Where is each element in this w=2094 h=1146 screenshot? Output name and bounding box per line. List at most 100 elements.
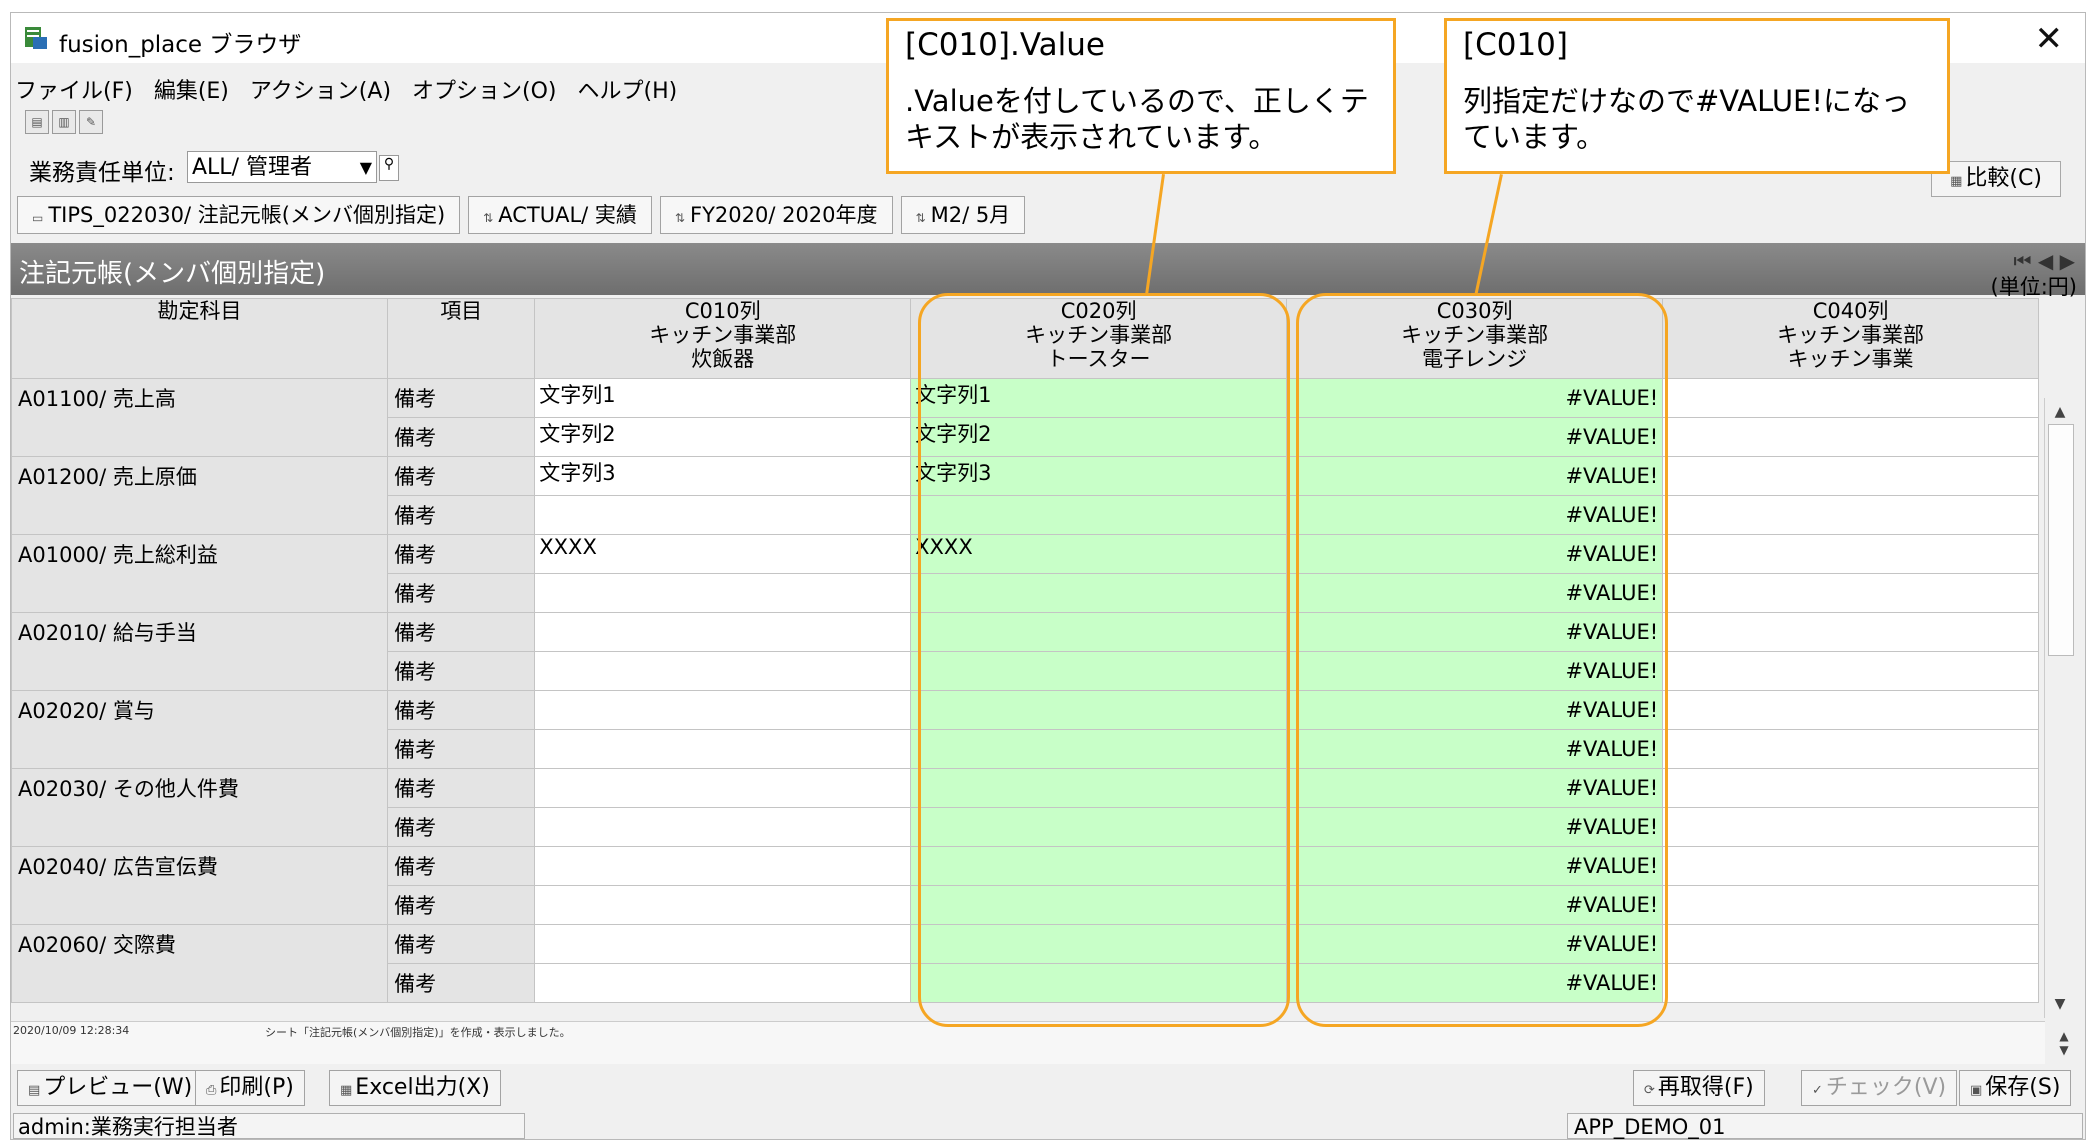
c010-cell[interactable] (534, 807, 912, 847)
account-cell: A02020/ 賞与 (11, 690, 389, 769)
c010-cell[interactable] (534, 690, 912, 730)
c040-cell[interactable] (1662, 807, 2039, 847)
unit-label: (単位:円) (1990, 275, 2077, 299)
dimension-icon: ⇅ (674, 211, 685, 225)
account-cell: A02060/ 交際費 (11, 924, 389, 1003)
c040-cell[interactable] (1662, 378, 2039, 418)
tab-scenario[interactable]: ⇅ ACTUAL/ 実績 (468, 196, 652, 234)
c040-cell[interactable] (1662, 690, 2039, 730)
header-line: C010列 (684, 299, 761, 323)
c010-cell[interactable] (534, 924, 912, 964)
item-cell: 備考 (387, 456, 536, 496)
sheet-header: 注記元帳(メンバ個別指定) ⏮ ◀ ▶ (11, 243, 2085, 295)
nav-first-icon[interactable]: ⏮ (2014, 249, 2032, 273)
log-timestamp: 2020/10/09 12:28:34 (13, 1024, 130, 1037)
search-icon[interactable]: ⚲ (379, 155, 399, 181)
c010-cell[interactable]: 文字列2 (534, 417, 912, 457)
tab-sheet[interactable]: ▭ TIPS_022030/ 注記元帳(メンバ個別指定) (17, 196, 461, 234)
c010-cell[interactable] (534, 963, 912, 1003)
scroll-up-icon[interactable]: ▲ (2051, 1029, 2077, 1043)
save-button[interactable]: ▣ 保存(S) (1959, 1070, 2072, 1106)
nav-prev-icon[interactable]: ◀ (2038, 249, 2053, 273)
c010-cell[interactable] (534, 495, 912, 535)
check-button[interactable]: ✓ チェック(V) (1801, 1070, 1958, 1106)
refetch-button[interactable]: ⟳ 再取得(F) (1633, 1070, 1765, 1106)
c040-cell[interactable] (1662, 534, 2039, 574)
log-scrollbar[interactable]: ▲ ▼ (2051, 1029, 2077, 1065)
c040-cell[interactable] (1662, 729, 2039, 769)
chevron-down-icon: ▼ (359, 158, 372, 177)
c040-cell[interactable] (1662, 885, 2039, 925)
item-cell: 備考 (387, 690, 536, 730)
c040-cell[interactable] (1662, 768, 2039, 808)
tab-period[interactable]: ⇅ M2/ 5月 (900, 196, 1026, 234)
excel-label: Excel出力(X) (355, 1075, 490, 1100)
c040-cell[interactable] (1662, 846, 2039, 886)
menu-edit[interactable]: 編集(E) (154, 79, 229, 104)
callout-head: [C010].Value (905, 27, 1105, 63)
c010-cell[interactable] (534, 768, 912, 808)
vertical-scrollbar[interactable]: ▲ ▼ (2044, 398, 2075, 1018)
responsibility-label: 業務責任単位: (29, 160, 175, 186)
tab-label: FY2020/ 2020年度 (689, 203, 878, 227)
account-cell: A01000/ 売上総利益 (11, 534, 389, 613)
compare-button[interactable]: ▦ 比較(C) (1931, 161, 2061, 197)
c040-cell[interactable] (1662, 495, 2039, 535)
close-icon[interactable]: ✕ (2035, 19, 2064, 59)
edit-icon[interactable]: ✎ (79, 110, 103, 134)
nav-next-icon[interactable]: ▶ (2060, 249, 2075, 273)
item-cell: 備考 (387, 768, 536, 808)
callout-value: [C010].Value .Valueを付しているので、正しくテキストが表示され… (886, 18, 1396, 174)
c010-cell[interactable] (534, 573, 912, 613)
menu-help[interactable]: ヘルプ(H) (578, 79, 678, 104)
c040-cell[interactable] (1662, 417, 2039, 457)
preview-button[interactable]: ▤ プレビュー(W) (17, 1070, 204, 1106)
c020-highlight (918, 293, 1290, 1027)
toolbar: ▤ ▥ ✎ (25, 110, 103, 134)
header-line: 炊飯器 (691, 347, 755, 371)
compare-label: 比較(C) (1965, 166, 2042, 191)
item-cell: 備考 (387, 573, 536, 613)
c010-cell[interactable] (534, 651, 912, 691)
c040-cell[interactable] (1662, 573, 2039, 613)
c010-cell[interactable] (534, 729, 912, 769)
responsibility-select[interactable]: ALL/ 管理者 ▼ (187, 151, 377, 183)
log-panel: 2020/10/09 12:28:34 シート「注記元帳(メンバ個別指定)」を作… (11, 1021, 2045, 1064)
c010-cell[interactable]: 文字列1 (534, 378, 912, 418)
c040-cell[interactable] (1662, 963, 2039, 1003)
account-cell: A02030/ その他人件費 (11, 768, 389, 847)
status-user: admin:業務実行担当者 (13, 1113, 525, 1139)
scroll-down-icon[interactable]: ▼ (2051, 1043, 2077, 1057)
c040-cell[interactable] (1662, 612, 2039, 652)
c010-cell[interactable] (534, 846, 912, 886)
check-icon: ✓ (1812, 1083, 1823, 1098)
tab-label: M2/ 5月 (930, 203, 1011, 227)
c040-cell[interactable] (1662, 924, 2039, 964)
scroll-thumb[interactable] (2048, 424, 2074, 656)
print-button[interactable]: ⎙ 印刷(P) (195, 1070, 305, 1106)
scroll-up-icon[interactable]: ▲ (2047, 400, 2073, 424)
c010-cell[interactable] (534, 885, 912, 925)
c040-cell[interactable] (1662, 651, 2039, 691)
account-cell: A01200/ 売上原価 (11, 456, 389, 535)
excel-export-button[interactable]: ▦ Excel出力(X) (329, 1070, 501, 1106)
item-cell: 備考 (387, 495, 536, 535)
c010-cell[interactable]: XXXX (534, 534, 912, 574)
menu-option[interactable]: オプション(O) (412, 79, 556, 104)
copy-icon[interactable]: ▤ (25, 110, 49, 134)
c010-cell[interactable] (534, 612, 912, 652)
callout-head: [C010] (1463, 27, 1569, 63)
item-cell: 備考 (387, 378, 536, 418)
scroll-down-icon[interactable]: ▼ (2047, 992, 2073, 1016)
c040-cell[interactable] (1662, 456, 2039, 496)
header-c010: C010列 キッチン事業部 炊飯器 (534, 298, 912, 379)
header-account: 勘定科目 (11, 298, 389, 379)
item-cell: 備考 (387, 807, 536, 847)
tab-year[interactable]: ⇅ FY2020/ 2020年度 (659, 196, 893, 234)
paste-icon[interactable]: ▥ (52, 110, 76, 134)
c010-cell[interactable]: 文字列3 (534, 456, 912, 496)
menu-file[interactable]: ファイル(F) (15, 79, 133, 104)
menu-action[interactable]: アクション(A) (250, 79, 391, 104)
dimension-icon: ⇅ (483, 211, 494, 225)
log-message: シート「注記元帳(メンバ個別指定)」を作成・表示しました。 (265, 1026, 571, 1039)
